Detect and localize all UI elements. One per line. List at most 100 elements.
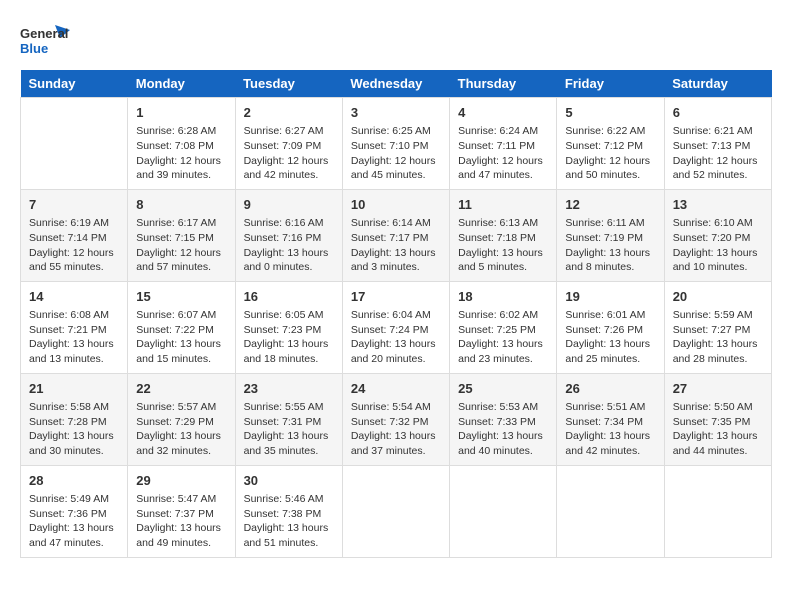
calendar-cell: 28 Sunrise: 5:49 AM Sunset: 7:36 PM Dayli… [21, 465, 128, 557]
day-number: 27 [673, 380, 763, 398]
cell-details: Sunrise: 5:54 AM Sunset: 7:32 PM Dayligh… [351, 400, 441, 459]
calendar-cell: 29 Sunrise: 5:47 AM Sunset: 7:37 PM Dayli… [128, 465, 235, 557]
calendar-cell: 12 Sunrise: 6:11 AM Sunset: 7:19 PM Dayli… [557, 189, 664, 281]
day-number: 28 [29, 472, 119, 490]
cell-details: Sunrise: 6:19 AM Sunset: 7:14 PM Dayligh… [29, 216, 119, 275]
day-number: 22 [136, 380, 226, 398]
calendar-cell: 3 Sunrise: 6:25 AM Sunset: 7:10 PM Daylig… [342, 98, 449, 190]
cell-details: Sunrise: 6:05 AM Sunset: 7:23 PM Dayligh… [244, 308, 334, 367]
calendar-cell: 20 Sunrise: 5:59 AM Sunset: 7:27 PM Dayli… [664, 281, 771, 373]
logo: GeneralBlue [20, 20, 70, 60]
cell-details: Sunrise: 6:04 AM Sunset: 7:24 PM Dayligh… [351, 308, 441, 367]
day-number: 6 [673, 104, 763, 122]
calendar-cell: 8 Sunrise: 6:17 AM Sunset: 7:15 PM Daylig… [128, 189, 235, 281]
calendar-cell: 7Sunrise: 6:19 AM Sunset: 7:14 PM Daylig… [21, 189, 128, 281]
day-number: 11 [458, 196, 548, 214]
day-number: 2 [244, 104, 334, 122]
cell-details: Sunrise: 5:51 AM Sunset: 7:34 PM Dayligh… [565, 400, 655, 459]
day-header-saturday: Saturday [664, 70, 771, 98]
days-row: SundayMondayTuesdayWednesdayThursdayFrid… [21, 70, 772, 98]
cell-details: Sunrise: 6:21 AM Sunset: 7:13 PM Dayligh… [673, 124, 763, 183]
day-header-wednesday: Wednesday [342, 70, 449, 98]
week-row-4: 28 Sunrise: 5:49 AM Sunset: 7:36 PM Dayli… [21, 465, 772, 557]
calendar-cell: 4 Sunrise: 6:24 AM Sunset: 7:11 PM Daylig… [450, 98, 557, 190]
cell-details: Sunrise: 5:50 AM Sunset: 7:35 PM Dayligh… [673, 400, 763, 459]
day-number: 16 [244, 288, 334, 306]
calendar-cell [664, 465, 771, 557]
week-row-1: 7Sunrise: 6:19 AM Sunset: 7:14 PM Daylig… [21, 189, 772, 281]
day-number: 12 [565, 196, 655, 214]
day-number: 29 [136, 472, 226, 490]
day-number: 3 [351, 104, 441, 122]
cell-details: Sunrise: 5:46 AM Sunset: 7:38 PM Dayligh… [244, 492, 334, 551]
calendar-cell: 1Sunrise: 6:28 AM Sunset: 7:08 PM Daylig… [128, 98, 235, 190]
cell-details: Sunrise: 5:49 AM Sunset: 7:36 PM Dayligh… [29, 492, 119, 551]
calendar-cell: 25 Sunrise: 5:53 AM Sunset: 7:33 PM Dayli… [450, 373, 557, 465]
calendar-cell: 14Sunrise: 6:08 AM Sunset: 7:21 PM Dayli… [21, 281, 128, 373]
day-header-tuesday: Tuesday [235, 70, 342, 98]
day-header-friday: Friday [557, 70, 664, 98]
day-number: 10 [351, 196, 441, 214]
cell-details: Sunrise: 6:02 AM Sunset: 7:25 PM Dayligh… [458, 308, 548, 367]
day-number: 24 [351, 380, 441, 398]
calendar-cell: 27 Sunrise: 5:50 AM Sunset: 7:35 PM Dayli… [664, 373, 771, 465]
calendar-cell: 17 Sunrise: 6:04 AM Sunset: 7:24 PM Dayli… [342, 281, 449, 373]
day-header-monday: Monday [128, 70, 235, 98]
day-number: 9 [244, 196, 334, 214]
day-number: 15 [136, 288, 226, 306]
day-number: 4 [458, 104, 548, 122]
calendar-cell: 6 Sunrise: 6:21 AM Sunset: 7:13 PM Daylig… [664, 98, 771, 190]
calendar-cell [21, 98, 128, 190]
day-header-sunday: Sunday [21, 70, 128, 98]
day-number: 13 [673, 196, 763, 214]
calendar-cell: 21Sunrise: 5:58 AM Sunset: 7:28 PM Dayli… [21, 373, 128, 465]
day-number: 19 [565, 288, 655, 306]
calendar-cell: 16 Sunrise: 6:05 AM Sunset: 7:23 PM Dayli… [235, 281, 342, 373]
cell-details: Sunrise: 5:53 AM Sunset: 7:33 PM Dayligh… [458, 400, 548, 459]
day-header-thursday: Thursday [450, 70, 557, 98]
cell-details: Sunrise: 5:57 AM Sunset: 7:29 PM Dayligh… [136, 400, 226, 459]
svg-text:General: General [20, 26, 68, 41]
calendar-header: SundayMondayTuesdayWednesdayThursdayFrid… [21, 70, 772, 98]
cell-details: Sunrise: 6:13 AM Sunset: 7:18 PM Dayligh… [458, 216, 548, 275]
day-number: 5 [565, 104, 655, 122]
day-number: 26 [565, 380, 655, 398]
calendar-cell: 26 Sunrise: 5:51 AM Sunset: 7:34 PM Dayli… [557, 373, 664, 465]
cell-details: Sunrise: 5:59 AM Sunset: 7:27 PM Dayligh… [673, 308, 763, 367]
calendar-cell: 22 Sunrise: 5:57 AM Sunset: 7:29 PM Dayli… [128, 373, 235, 465]
week-row-2: 14Sunrise: 6:08 AM Sunset: 7:21 PM Dayli… [21, 281, 772, 373]
day-number: 1 [136, 104, 226, 122]
week-row-0: 1Sunrise: 6:28 AM Sunset: 7:08 PM Daylig… [21, 98, 772, 190]
calendar-cell: 15 Sunrise: 6:07 AM Sunset: 7:22 PM Dayli… [128, 281, 235, 373]
cell-details: Sunrise: 6:17 AM Sunset: 7:15 PM Dayligh… [136, 216, 226, 275]
cell-details: Sunrise: 6:27 AM Sunset: 7:09 PM Dayligh… [244, 124, 334, 183]
day-number: 30 [244, 472, 334, 490]
day-number: 18 [458, 288, 548, 306]
calendar-cell: 23Sunrise: 5:55 AM Sunset: 7:31 PM Dayli… [235, 373, 342, 465]
calendar-cell: 30 Sunrise: 5:46 AM Sunset: 7:38 PM Dayli… [235, 465, 342, 557]
cell-details: Sunrise: 6:24 AM Sunset: 7:11 PM Dayligh… [458, 124, 548, 183]
day-number: 14 [29, 288, 119, 306]
cell-details: Sunrise: 5:55 AM Sunset: 7:31 PM Dayligh… [244, 400, 334, 459]
calendar-cell: 9 Sunrise: 6:16 AM Sunset: 7:16 PM Daylig… [235, 189, 342, 281]
cell-details: Sunrise: 5:47 AM Sunset: 7:37 PM Dayligh… [136, 492, 226, 551]
day-number: 25 [458, 380, 548, 398]
calendar-cell [557, 465, 664, 557]
svg-text:Blue: Blue [20, 41, 48, 56]
calendar-table: SundayMondayTuesdayWednesdayThursdayFrid… [20, 70, 772, 558]
cell-details: Sunrise: 6:07 AM Sunset: 7:22 PM Dayligh… [136, 308, 226, 367]
cell-details: Sunrise: 6:16 AM Sunset: 7:16 PM Dayligh… [244, 216, 334, 275]
calendar-cell: 10Sunrise: 6:14 AM Sunset: 7:17 PM Dayli… [342, 189, 449, 281]
cell-details: Sunrise: 6:10 AM Sunset: 7:20 PM Dayligh… [673, 216, 763, 275]
calendar-cell: 13 Sunrise: 6:10 AM Sunset: 7:20 PM Dayli… [664, 189, 771, 281]
day-number: 17 [351, 288, 441, 306]
week-row-3: 21Sunrise: 5:58 AM Sunset: 7:28 PM Dayli… [21, 373, 772, 465]
cell-details: Sunrise: 6:11 AM Sunset: 7:19 PM Dayligh… [565, 216, 655, 275]
cell-details: Sunrise: 6:22 AM Sunset: 7:12 PM Dayligh… [565, 124, 655, 183]
calendar-cell [450, 465, 557, 557]
page-header: GeneralBlue [20, 20, 772, 60]
day-number: 8 [136, 196, 226, 214]
calendar-cell: 18 Sunrise: 6:02 AM Sunset: 7:25 PM Dayli… [450, 281, 557, 373]
day-number: 20 [673, 288, 763, 306]
cell-details: Sunrise: 6:25 AM Sunset: 7:10 PM Dayligh… [351, 124, 441, 183]
